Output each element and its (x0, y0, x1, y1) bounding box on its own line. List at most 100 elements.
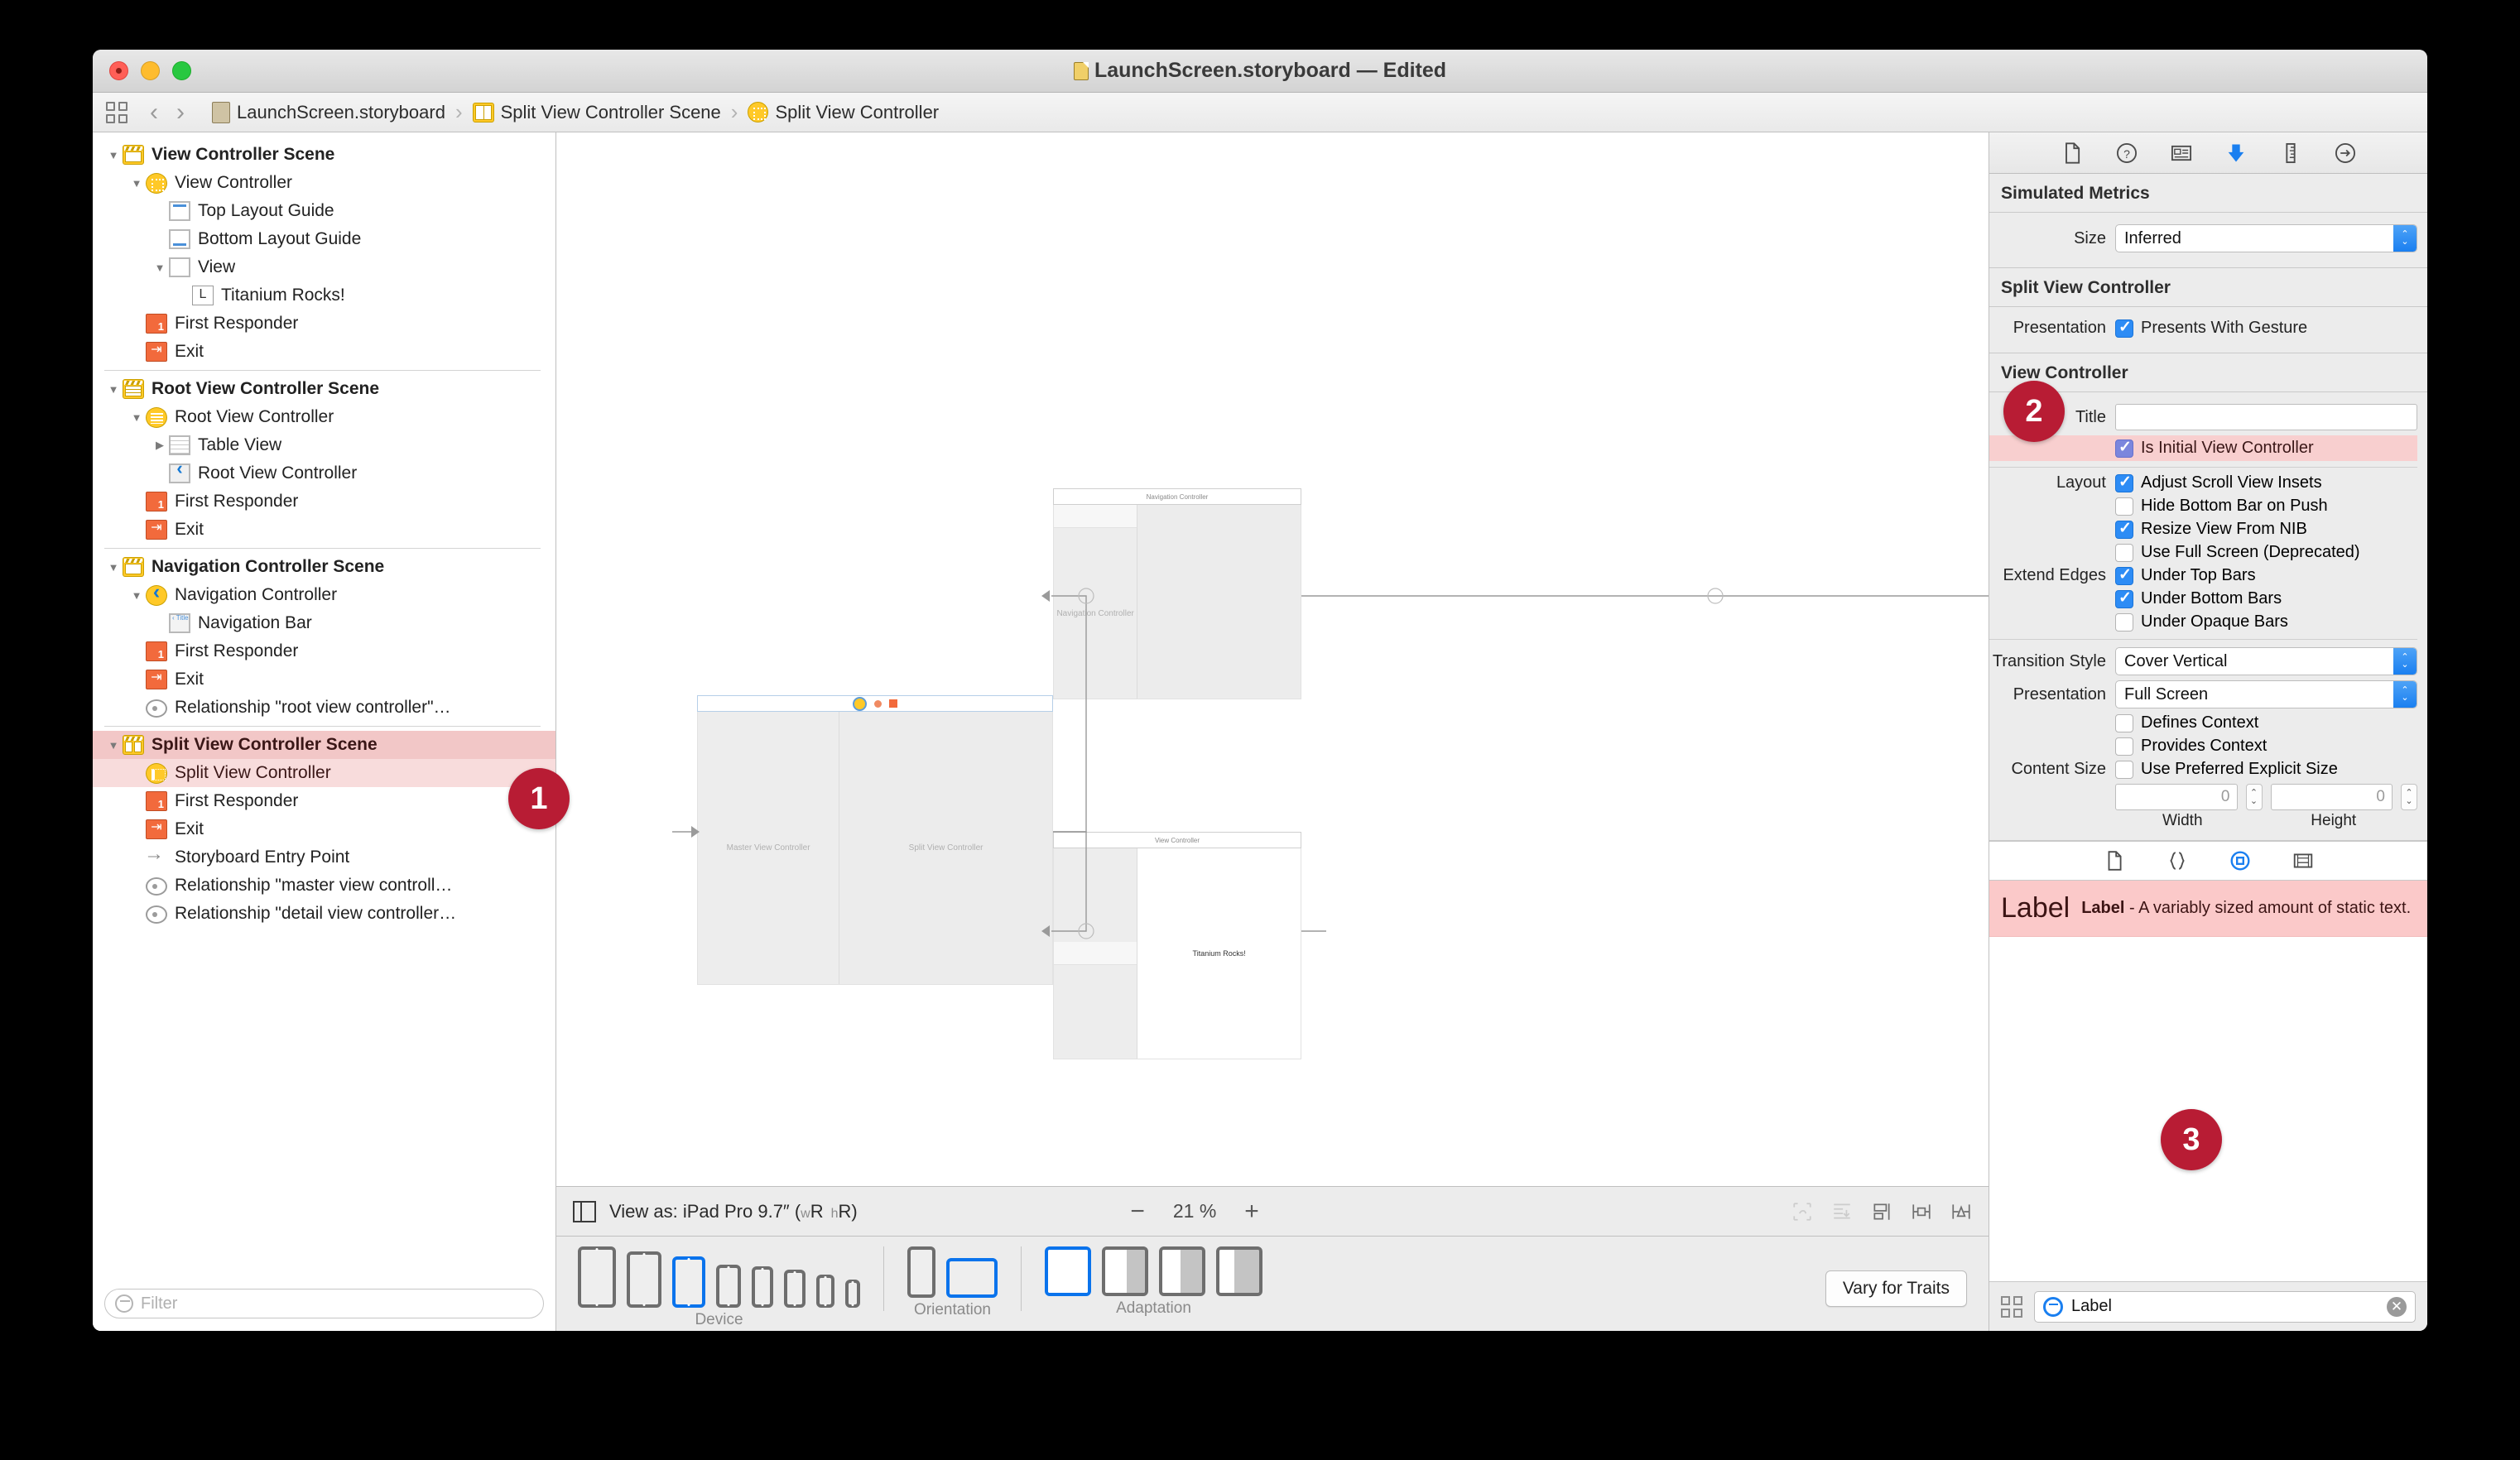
under-bottom-bars-checkbox[interactable] (2115, 588, 2133, 608)
layout-row-2[interactable]: Resize View From NIB (1989, 519, 2417, 539)
align-icon[interactable] (1871, 1201, 1892, 1222)
close-button[interactable] (109, 61, 128, 80)
layout-row-1[interactable]: Hide Bottom Bar on Push (1989, 497, 2417, 516)
chevron-down-icon[interactable]: ▼ (127, 177, 146, 190)
tree-row[interactable]: Bottom Layout Guide (93, 225, 555, 253)
breadcrumb-item-scene[interactable]: Split View Controller Scene (472, 102, 721, 123)
connections-inspector-icon[interactable] (2334, 142, 2357, 165)
outline-tree[interactable]: ▼ View Controller Scene ▼ View Controller To… (93, 132, 555, 1276)
split-preview-icon[interactable] (573, 1200, 596, 1222)
chevron-right-icon[interactable]: › (167, 98, 194, 127)
use-preferred-explicit-size-checkbox[interactable] (2115, 760, 2133, 779)
tree-row[interactable]: Root View Controller (93, 458, 555, 487)
add-constraints-icon[interactable] (1950, 1201, 1972, 1222)
tree-row[interactable]: Relationship "detail view controller… (93, 900, 555, 928)
orientation-group[interactable]: Orientation (907, 1246, 998, 1318)
device-option-5[interactable] (784, 1270, 806, 1308)
adaptation-option-3[interactable] (1216, 1246, 1262, 1296)
tree-row[interactable]: Top Layout Guide (93, 197, 555, 225)
storyboard-canvas[interactable]: Master View Controller Split View Contro… (556, 132, 1989, 1186)
tree-row[interactable]: Storyboard Entry Point (93, 843, 555, 872)
filter-input[interactable]: Filter (104, 1289, 544, 1318)
adjust-scroll-view-insets-checkbox[interactable] (2115, 473, 2133, 492)
height-input[interactable]: 0 (2270, 784, 2393, 810)
scene-view-controller[interactable]: View Controller Titanium Rocks! (1053, 832, 1301, 1059)
tree-row[interactable]: First Responder (93, 787, 555, 815)
width-input[interactable]: 0 (2115, 784, 2238, 810)
adaptation-option-1[interactable] (1102, 1246, 1148, 1296)
tree-row[interactable]: Exit (93, 815, 555, 843)
use-full-screen-checkbox[interactable] (2115, 543, 2133, 562)
layout-row-3[interactable]: Use Full Screen (Deprecated) (1989, 543, 2417, 562)
scene-dock[interactable] (697, 695, 1053, 712)
tree-row[interactable]: ▼ Navigation Controller Scene (93, 553, 555, 581)
chevron-down-icon[interactable]: ▼ (127, 411, 146, 424)
tree-row[interactable]: ▼ View (93, 253, 555, 281)
resize-view-from-nib-checkbox[interactable] (2115, 519, 2133, 539)
device-option-4[interactable] (752, 1266, 773, 1308)
breadcrumb-item-storyboard[interactable]: LaunchScreen.storyboard (212, 101, 445, 123)
content-size-row[interactable]: Content Size Use Preferred Explicit Size (1989, 760, 2417, 779)
chevron-down-icon[interactable]: ▼ (104, 561, 123, 574)
breadcrumb-item-controller[interactable]: Split View Controller (748, 102, 939, 123)
media-library-icon[interactable] (2292, 850, 2314, 872)
zoom-button[interactable] (172, 61, 191, 80)
extend-edges-row-0[interactable]: Extend Edges Under Top Bars (1989, 565, 2417, 585)
first-responder-dock-icon[interactable] (874, 699, 882, 708)
update-frames-icon[interactable] (1791, 1201, 1813, 1222)
tree-row[interactable]: ▼ Split View Controller Scene (93, 731, 555, 759)
code-snippet-library-icon[interactable] (2167, 850, 2188, 872)
library-grid-icon[interactable] (2001, 1295, 2022, 1318)
clear-icon[interactable]: ✕ (2387, 1296, 2407, 1317)
size-select[interactable]: Inferred ⌃ ⌄ (2115, 224, 2417, 252)
tree-row[interactable]: First Responder (93, 487, 555, 516)
zoom-out-button[interactable]: − (1130, 1198, 1145, 1226)
transition-style-select[interactable]: Cover Vertical ⌃ ⌄ (2115, 647, 2417, 675)
device-option-7[interactable] (845, 1280, 860, 1308)
tree-row[interactable]: First Responder (93, 637, 555, 665)
device-option-0[interactable] (578, 1246, 616, 1308)
exit-dock-icon[interactable] (889, 699, 897, 708)
view-controller-dock-icon[interactable] (853, 696, 867, 711)
device-option-6[interactable] (816, 1275, 834, 1308)
layout-row-0[interactable]: Layout Adjust Scroll View Insets (1989, 473, 2417, 492)
library-search-input[interactable]: Label ✕ (2034, 1290, 2416, 1323)
device-group[interactable]: Device (578, 1246, 860, 1328)
width-stepper[interactable]: ⌃ ⌄ (2245, 784, 2263, 810)
tree-row[interactable]: Navigation Bar (93, 609, 555, 637)
tree-row[interactable]: Relationship "master view controll… (93, 872, 555, 900)
presents-with-gesture-checkbox[interactable] (2115, 318, 2133, 338)
scene-dock[interactable]: View Controller (1053, 832, 1301, 848)
adaptation-option-2[interactable] (1159, 1246, 1205, 1296)
chevron-down-icon[interactable]: ▼ (104, 383, 123, 396)
object-library-icon[interactable] (2229, 850, 2251, 872)
file-template-library-icon[interactable] (2104, 850, 2125, 872)
adaptation-option-0[interactable] (1045, 1246, 1091, 1296)
extend-edges-row-1[interactable]: Under Bottom Bars (1989, 588, 2417, 608)
adaptation-group[interactable]: Adaptation (1045, 1246, 1262, 1317)
grid-icon[interactable] (106, 101, 127, 123)
extend-edges-row-2[interactable]: Under Opaque Bars (1989, 612, 2417, 632)
presentation-select[interactable]: Full Screen ⌃ ⌄ (2115, 680, 2417, 708)
defines-context-checkbox[interactable] (2115, 713, 2133, 732)
attributes-inspector-icon[interactable] (2224, 142, 2248, 165)
tree-row[interactable]: ▼ Root View Controller Scene (93, 375, 555, 403)
is-initial-view-controller-row[interactable]: Is Initial View Controller (1989, 435, 2417, 461)
quick-help-inspector-icon[interactable]: ? (2115, 142, 2138, 165)
minimize-button[interactable] (141, 61, 160, 80)
file-inspector-icon[interactable] (2061, 142, 2084, 165)
tree-row[interactable]: Exit (93, 516, 555, 544)
device-option-3[interactable] (716, 1265, 741, 1308)
provides-context-checkbox[interactable] (2115, 737, 2133, 756)
hide-bottom-bar-on-push-checkbox[interactable] (2115, 497, 2133, 516)
height-stepper[interactable]: ⌃ ⌄ (2401, 784, 2417, 810)
tree-row[interactable]: ▼ Navigation Controller (93, 580, 555, 609)
tree-row[interactable]: ▼ View Controller (93, 169, 555, 197)
chevron-down-icon[interactable]: ▼ (104, 149, 123, 161)
tree-row[interactable]: Relationship "root view controller"… (93, 694, 555, 722)
tree-row[interactable]: ▼ Root View Controller (93, 403, 555, 431)
orientation-option-1[interactable] (946, 1258, 998, 1298)
identity-inspector-icon[interactable] (2170, 142, 2193, 165)
tree-row[interactable]: ▶ Table View (93, 431, 555, 459)
title-input[interactable] (2115, 404, 2417, 430)
